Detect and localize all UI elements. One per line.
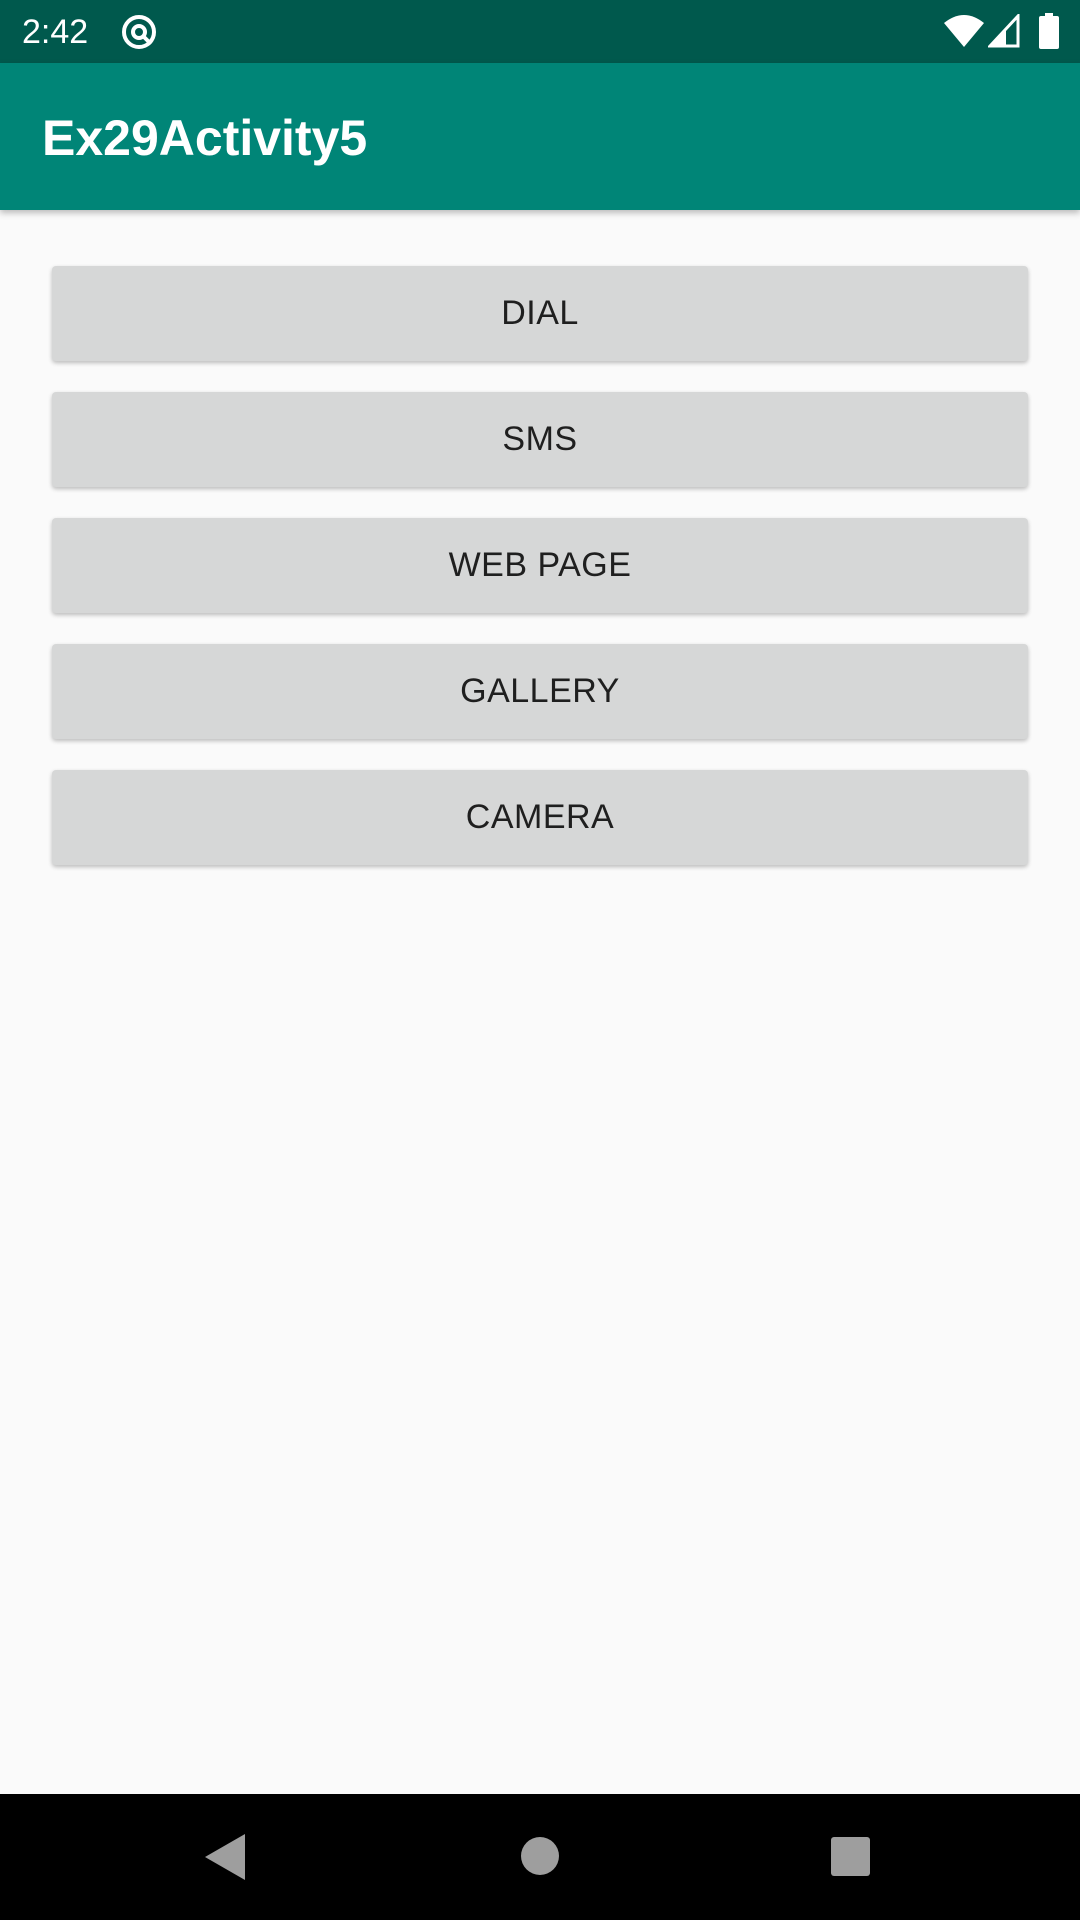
button-list: DIAL SMS WEB PAGE GALLERY CAMERA	[0, 210, 1080, 1794]
recents-icon[interactable]	[831, 1837, 870, 1876]
dial-button[interactable]: DIAL	[52, 266, 1028, 361]
battery-icon	[1039, 13, 1059, 49]
wifi-icon	[944, 15, 984, 47]
web-page-button[interactable]: WEB PAGE	[52, 518, 1028, 613]
cell-signal-icon	[988, 14, 1020, 48]
status-bar: 2:42	[0, 0, 1080, 63]
home-icon[interactable]	[521, 1837, 559, 1875]
navigation-bar	[0, 1794, 1080, 1920]
page-title: Ex29Activity5	[42, 110, 368, 166]
status-time: 2:42	[22, 13, 89, 51]
gallery-button[interactable]: GALLERY	[52, 644, 1028, 739]
back-icon[interactable]	[205, 1834, 245, 1880]
camera-button[interactable]: CAMERA	[52, 770, 1028, 865]
sms-button[interactable]: SMS	[52, 392, 1028, 487]
app-bar: Ex29Activity5	[0, 63, 1080, 210]
vpn-key-icon	[122, 15, 156, 49]
